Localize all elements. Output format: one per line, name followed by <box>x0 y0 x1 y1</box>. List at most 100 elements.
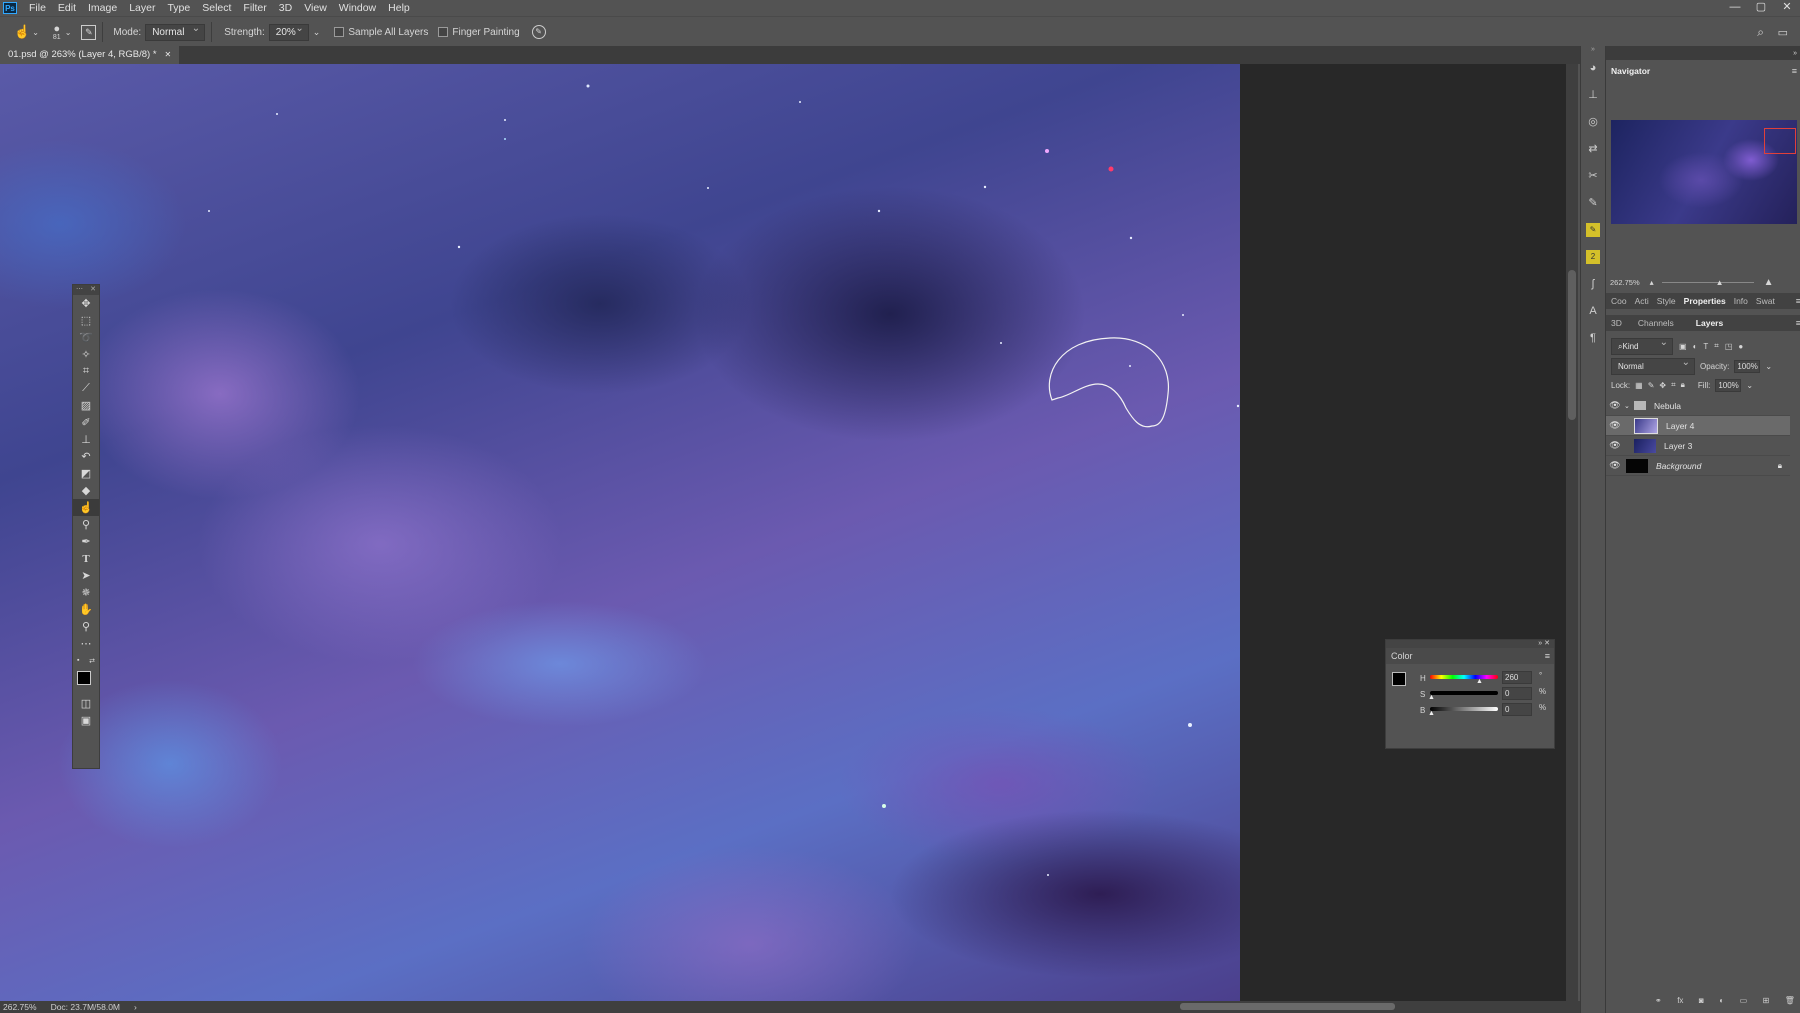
menu-view[interactable]: View <box>298 2 333 14</box>
tab-actions[interactable]: Acti <box>1635 296 1649 306</box>
horizontal-scroll-thumb[interactable] <box>1180 1003 1395 1010</box>
default-colors-icon[interactable]: ▪ ⇄ <box>73 652 99 669</box>
tool-presets-icon[interactable]: ✂ <box>1581 162 1605 189</box>
panel-menu-icon[interactable]: ≡ <box>1796 296 1800 306</box>
pen-tool-icon[interactable]: ✒ <box>73 533 99 550</box>
layer-row-layer-4[interactable]: 👁︎ Layer 4 <box>1606 416 1790 436</box>
collapse-icon[interactable]: » <box>1581 46 1605 54</box>
opacity-field[interactable]: 100% <box>1734 359 1761 373</box>
lock-artboard-icon[interactable]: ⌗ <box>1671 380 1676 390</box>
menu-3d[interactable]: 3D <box>273 2 298 14</box>
layer-name[interactable]: Background <box>1656 461 1701 471</box>
hand-tool-icon[interactable]: ✋ <box>73 601 99 618</box>
color-panel-title[interactable]: Color <box>1391 651 1413 661</box>
saturation-value[interactable]: 0 <box>1502 687 1532 700</box>
brightness-slider[interactable] <box>1430 707 1498 711</box>
lock-transparent-icon[interactable]: ▦ <box>1635 381 1643 390</box>
foreground-color-swatch[interactable] <box>77 671 91 685</box>
crop-tool-icon[interactable]: ⌗ <box>73 363 99 380</box>
visibility-eye-icon[interactable]: 👁︎ <box>1606 420 1624 431</box>
navigator-zoom-value[interactable]: 262.75% <box>1610 278 1640 287</box>
collapse-icon[interactable]: » <box>1538 640 1542 647</box>
layer-row-nebula[interactable]: 👁︎ ⌄ Nebula <box>1606 396 1790 416</box>
brightness-slider-thumb[interactable]: ▲ <box>1428 710 1435 717</box>
hue-slider-thumb[interactable]: ▲ <box>1476 678 1483 685</box>
layer-filter-kind[interactable]: ⌕Kind <box>1611 336 1673 355</box>
status-menu-arrow[interactable]: › <box>134 1001 137 1013</box>
image-canvas[interactable] <box>0 64 1240 1001</box>
dodge-tool-icon[interactable]: ⚲ <box>73 516 99 533</box>
clone-stamp-tool-icon[interactable]: ⊥ <box>73 431 99 448</box>
healing-brush-tool-icon[interactable]: ▨ <box>73 397 99 414</box>
quick-select-tool-icon[interactable]: ✧ <box>73 346 99 363</box>
marquee-tool-icon[interactable]: ⬚ <box>73 312 99 329</box>
tab-swatches[interactable]: Swat <box>1756 296 1775 306</box>
smudge-tool-icon[interactable]: ☝ <box>73 499 99 516</box>
checkbox-box[interactable] <box>438 26 449 37</box>
chevron-down-icon[interactable]: ⌄ <box>1746 381 1753 390</box>
layer-row-background[interactable]: 👁︎ Background 🔒︎ <box>1606 456 1790 476</box>
saturation-slider-thumb[interactable]: ▲ <box>1428 694 1435 701</box>
filter-adjustment-icon[interactable]: ◐ <box>1693 342 1698 351</box>
vertical-scrollbar[interactable] <box>1566 64 1578 1001</box>
search-icon[interactable]: ⌕ <box>1757 25 1764 40</box>
workspace-icon[interactable]: ▭ <box>1778 26 1788 39</box>
brush-settings-icon[interactable]: ✎ <box>81 24 97 40</box>
close-icon[interactable]: ✕ <box>1544 640 1550 647</box>
screen-mode-icon[interactable]: ▣ <box>73 712 99 729</box>
brush-preset-picker[interactable]: ● 81 <box>53 23 61 41</box>
type-tool-icon[interactable]: T <box>73 550 99 567</box>
history-icon[interactable]: ◕ <box>1581 54 1605 81</box>
menu-window[interactable]: Window <box>333 2 382 14</box>
eyedropper-tool-icon[interactable]: ⟋ <box>73 380 99 397</box>
tab-3d[interactable]: 3D <box>1611 318 1622 328</box>
tab-styles[interactable]: Style <box>1657 296 1676 306</box>
filter-shape-icon[interactable]: ⌗ <box>1714 341 1719 351</box>
delete-layer-icon[interactable]: 🗑︎ <box>1785 996 1795 1008</box>
menu-edit[interactable]: Edit <box>52 2 82 14</box>
adjustment-layer-icon[interactable]: ◐ <box>1719 996 1724 1008</box>
layer-name[interactable]: Layer 3 <box>1664 441 1692 451</box>
hue-slider[interactable] <box>1430 675 1498 679</box>
navigator-view-box[interactable] <box>1764 128 1796 154</box>
maximize-button[interactable]: ▢ <box>1748 0 1774 16</box>
fill-field[interactable]: 100% <box>1715 378 1742 392</box>
link-layers-icon[interactable]: ⚭ <box>1655 996 1662 1008</box>
vertical-scroll-thumb[interactable] <box>1568 270 1576 420</box>
lasso-tool-icon[interactable]: ➰ <box>73 329 99 346</box>
lock-position-icon[interactable]: ✥ <box>1659 381 1666 390</box>
filter-type-icon[interactable]: T <box>1703 342 1708 351</box>
quick-mask-icon[interactable]: ◫ <box>73 695 99 712</box>
filter-smart-object-icon[interactable]: ◳ <box>1725 342 1733 351</box>
group-expand-icon[interactable]: ⌄ <box>1624 402 1634 410</box>
clone-source-icon[interactable]: ⊥ <box>1581 81 1605 108</box>
filter-pixel-icon[interactable]: ▣ <box>1679 342 1687 351</box>
path-select-tool-icon[interactable]: ➤ <box>73 567 99 584</box>
chevron-down-icon[interactable]: ⌄ <box>313 27 321 38</box>
color-panel-grip[interactable]: » ✕ <box>1386 640 1554 648</box>
paint-bucket-tool-icon[interactable]: ◆ <box>73 482 99 499</box>
blend-mode-select[interactable]: Normal <box>1611 356 1695 375</box>
brush-tool-icon[interactable]: ✐ <box>73 414 99 431</box>
paths-icon[interactable]: ʃ <box>1581 270 1605 297</box>
strength-field[interactable]: 20% <box>268 22 309 41</box>
menu-file[interactable]: File <box>23 2 52 14</box>
eraser-tool-icon[interactable]: ◩ <box>73 465 99 482</box>
menu-layer[interactable]: Layer <box>123 2 161 14</box>
plugin-1-icon[interactable]: ✎ <box>1581 216 1605 243</box>
close-icon[interactable]: ✕ <box>90 285 96 295</box>
visibility-eye-icon[interactable]: 👁︎ <box>1606 400 1624 411</box>
visibility-eye-icon[interactable]: 👁︎ <box>1606 460 1624 471</box>
grip-icon[interactable]: ⋯ <box>76 285 83 295</box>
tab-info[interactable]: Info <box>1734 296 1748 306</box>
chevron-down-icon[interactable]: ⌄ <box>1765 362 1772 371</box>
tab-layers[interactable]: Layers <box>1696 318 1723 328</box>
lock-all-icon[interactable]: 🔒︎ <box>1681 380 1685 390</box>
chevron-down-icon[interactable]: ⌄ <box>65 28 72 37</box>
new-group-icon[interactable]: ▭ <box>1740 996 1748 1008</box>
panel-menu-icon[interactable]: ≡ <box>1792 66 1797 76</box>
document-tab[interactable]: 01.psd @ 263% (Layer 4, RGB/8) * ✕ <box>0 46 180 64</box>
history-brush-tool-icon[interactable]: ↶ <box>73 448 99 465</box>
more-tools-icon[interactable]: ⋯ <box>73 635 99 652</box>
status-zoom[interactable]: 262.75% <box>3 1001 37 1013</box>
